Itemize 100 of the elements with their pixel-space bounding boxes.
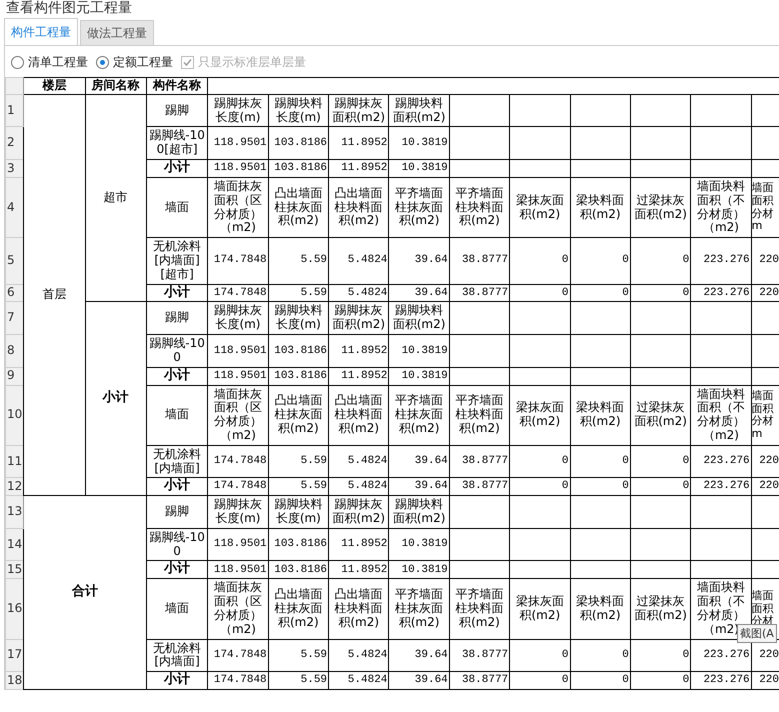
- column-header: 平齐墙面柱抹灰面积(m2): [388, 578, 450, 640]
- column-header: 踢脚抹灰长度(m): [208, 496, 268, 528]
- radio-option[interactable]: 清单工程量: [11, 54, 88, 71]
- table-cell: 10.3819: [388, 126, 450, 160]
- table-cell: 223.276: [690, 445, 752, 478]
- table-cell: 0: [630, 445, 691, 478]
- table-cell: 无机涂料[内墙面][超市]: [146, 238, 208, 284]
- table-cell: 0: [570, 478, 630, 496]
- row-number: 3: [6, 159, 24, 178]
- table-cell: 0: [510, 639, 570, 672]
- row-number: 8: [6, 334, 24, 368]
- table-cell: 38.8777: [449, 478, 510, 496]
- table-cell: 39.64: [388, 284, 450, 302]
- table-cell: 103.8186: [268, 528, 329, 561]
- table-cell: 38.8777: [449, 672, 510, 690]
- table-cell: 11.8952: [328, 560, 389, 579]
- table-cell: 39.64: [388, 238, 450, 284]
- column-header: 梁块料面积(m2): [570, 385, 630, 446]
- table-cell: 223.276: [690, 478, 752, 496]
- table-cell: 174.7848: [208, 478, 268, 496]
- table-cell: 39.64: [388, 445, 450, 478]
- column-header: 踢脚抹灰长度(m): [208, 302, 268, 335]
- table-cell: 11.8952: [328, 159, 389, 178]
- table-cell: 踢脚: [146, 302, 208, 335]
- table-cell: 超市: [85, 94, 146, 302]
- table-cell: 踢脚线-100: [146, 528, 208, 561]
- table-cell: 5.4824: [328, 445, 389, 478]
- column-header: 平齐墙面柱块料面积(m2): [449, 578, 510, 640]
- row-number: 13: [6, 496, 24, 528]
- table-cell: 5.4824: [328, 238, 389, 284]
- table-cell: 0: [570, 639, 630, 672]
- table-cell: 5.59: [268, 445, 329, 478]
- table-cell: 174.7848: [208, 639, 268, 672]
- table-cell: 踢脚: [146, 94, 208, 127]
- table-cell: 38.8777: [449, 284, 510, 302]
- table-cell: 小计: [146, 560, 208, 579]
- row-number: 10: [6, 385, 24, 446]
- table-cell: 118.9501: [208, 528, 268, 561]
- column-header: 踢脚块料面积(m2): [388, 94, 450, 127]
- table-cell: 0: [630, 238, 691, 284]
- table-cell: 5.59: [268, 238, 329, 284]
- column-header: 凸出墙面柱抹灰面积(m2): [268, 385, 329, 446]
- row-number: 4: [6, 177, 24, 238]
- column-header: 过梁抹灰面积(m2): [630, 177, 691, 238]
- column-header: 踢脚抹灰面积(m2): [328, 302, 389, 335]
- tab[interactable]: 做法工程量: [80, 20, 154, 45]
- table-cell: 103.8186: [268, 126, 329, 160]
- table-cell: 0: [630, 639, 691, 672]
- row-number: 2: [6, 126, 24, 160]
- column-header: 梁抹灰面积(m2): [510, 385, 570, 446]
- tab[interactable]: 构件工程量: [4, 18, 78, 45]
- table-cell: 小计: [146, 478, 208, 496]
- table-cell: 踢脚线-100[超市]: [146, 126, 208, 160]
- table-cell: 11.8952: [328, 367, 389, 386]
- table-cell: 0: [570, 672, 630, 690]
- table-cell: 103.8186: [268, 367, 329, 386]
- row-number: 12: [6, 478, 24, 496]
- table-cell: 118.9501: [208, 560, 268, 579]
- column-header: 梁抹灰面积(m2): [510, 177, 570, 238]
- table-cell: 0: [630, 478, 691, 496]
- column-header: 踢脚抹灰面积(m2): [328, 496, 389, 528]
- table-cell: 小计: [146, 284, 208, 302]
- table-cell: 220: [751, 478, 779, 496]
- column-header: 踢脚块料长度(m): [268, 496, 329, 528]
- table-cell: 墙面: [146, 385, 208, 446]
- row-number: 14: [6, 528, 24, 561]
- table-cell: 10.3819: [388, 334, 450, 368]
- column-header: 平齐墙面柱块料面积(m2): [449, 385, 510, 446]
- table-cell: 174.7848: [208, 238, 268, 284]
- row-number: 18: [6, 672, 24, 690]
- table-cell: 10.3819: [388, 528, 450, 561]
- row-number: 16: [6, 578, 24, 640]
- table-cell: 174.7848: [208, 672, 268, 690]
- column-header: 平齐墙面柱抹灰面积(m2): [388, 385, 450, 446]
- table-cell: 118.9501: [208, 367, 268, 386]
- table-cell: 墙面: [146, 177, 208, 238]
- table-cell: 0: [570, 238, 630, 284]
- column-header: 踢脚块料长度(m): [268, 302, 329, 335]
- table-cell: 39.64: [388, 478, 450, 496]
- column-header: 过梁抹灰面积(m2): [630, 578, 691, 640]
- radio-option[interactable]: 定额工程量: [96, 54, 173, 71]
- table-cell: 无机涂料[内墙面]: [146, 639, 208, 672]
- row-number: 15: [6, 560, 24, 579]
- table-cell: 踢脚线-100: [146, 334, 208, 368]
- row-number: 17: [6, 639, 24, 672]
- table-cell: 10.3819: [388, 560, 450, 579]
- column-header: 凸出墙面柱块料面积(m2): [328, 177, 389, 238]
- row-number: 6: [6, 284, 24, 302]
- table-cell: 0: [510, 445, 570, 478]
- table-cell: 首层: [24, 94, 85, 496]
- column-header: 踢脚抹灰面积(m2): [328, 94, 389, 127]
- table-cell: 174.7848: [208, 445, 268, 478]
- table-cell: 0: [510, 478, 570, 496]
- column-header: 墙面抹灰面积（区分材质）（m2): [208, 385, 268, 446]
- table-cell: 小计: [146, 672, 208, 690]
- table-cell: 无机涂料[内墙面]: [146, 445, 208, 478]
- table-cell: 0: [510, 672, 570, 690]
- table-cell: 118.9501: [208, 159, 268, 178]
- column-header: 踢脚块料长度(m): [268, 94, 329, 127]
- table-cell: 5.4824: [328, 672, 389, 690]
